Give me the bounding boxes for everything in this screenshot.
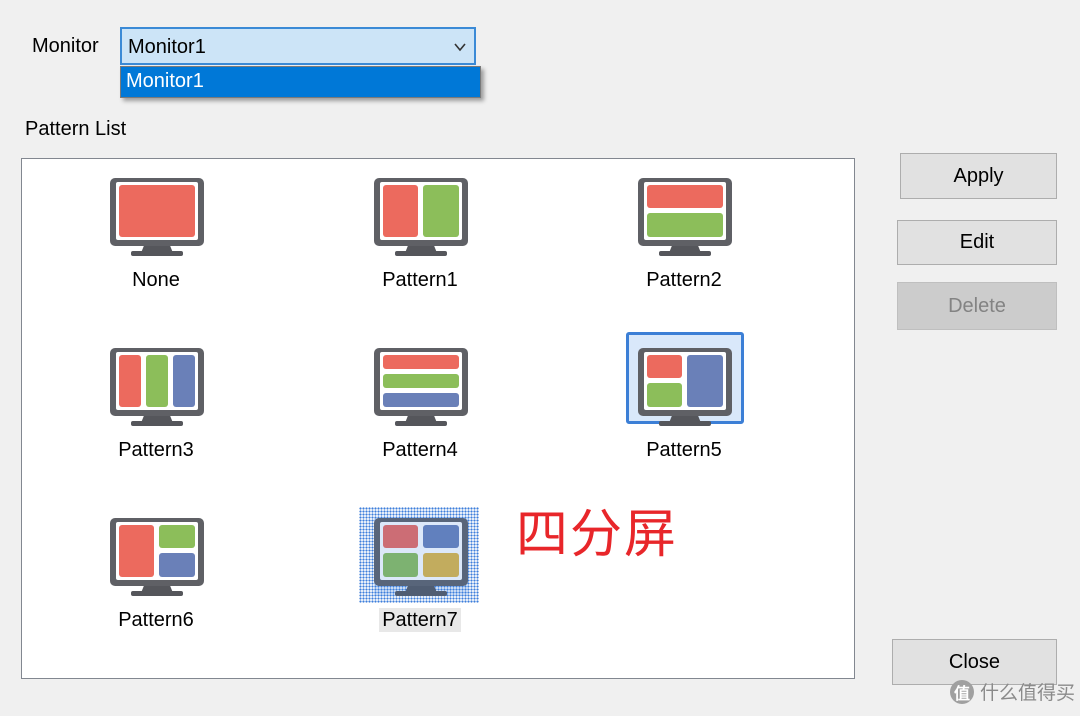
watermark-badge-icon: 值 xyxy=(950,679,974,704)
pattern-label: Pattern2 xyxy=(646,269,722,291)
pattern-label: Pattern5 xyxy=(646,439,722,461)
edit-button[interactable]: Edit xyxy=(897,220,1057,265)
pattern-item-none[interactable]: None xyxy=(96,162,216,312)
pattern-list[interactable]: None Pattern1 Pattern2 Pattern3 Pattern4… xyxy=(21,158,855,679)
monitor-two-rows-icon xyxy=(638,178,732,256)
chevron-down-icon xyxy=(454,43,466,52)
monitor-three-rows-icon xyxy=(374,348,468,426)
pattern-list-label: Pattern List xyxy=(25,118,127,140)
watermark-text: 什么值得买 xyxy=(980,683,1076,704)
pattern-item-6[interactable]: Pattern6 xyxy=(96,502,216,652)
pattern-label: Pattern6 xyxy=(118,609,194,631)
monitor-split-left-icon xyxy=(638,348,732,426)
monitor-label: Monitor xyxy=(32,35,99,57)
apply-button[interactable]: Apply xyxy=(900,153,1057,199)
pattern-label: Pattern7 xyxy=(360,608,480,632)
monitor-two-columns-icon xyxy=(374,178,468,256)
monitor-select[interactable]: Monitor1 xyxy=(120,27,476,65)
pattern-label: None xyxy=(132,269,180,291)
watermark: 值 什么值得买 xyxy=(950,678,1075,705)
monitor-three-columns-icon xyxy=(110,348,204,426)
annotation-text: 四分屏 xyxy=(516,505,679,565)
monitor-quad-icon xyxy=(374,518,468,596)
monitor-dropdown-list: Monitor1 xyxy=(120,66,481,98)
delete-button: Delete xyxy=(897,282,1057,330)
pattern-item-7[interactable]: Pattern7 xyxy=(359,507,480,669)
pattern-item-3[interactable]: Pattern3 xyxy=(96,332,216,482)
monitor-single-zone-icon xyxy=(110,178,204,256)
monitor-split-right-icon xyxy=(110,518,204,596)
monitor-select-value: Monitor1 xyxy=(128,36,206,58)
pattern-label: Pattern3 xyxy=(118,439,194,461)
pattern-item-4[interactable]: Pattern4 xyxy=(360,332,480,482)
pattern-item-1[interactable]: Pattern1 xyxy=(360,162,480,312)
pattern-item-5[interactable]: Pattern5 xyxy=(624,332,744,482)
pattern-item-2[interactable]: Pattern2 xyxy=(624,162,744,312)
pattern-label: Pattern4 xyxy=(382,439,458,461)
pattern-label: Pattern1 xyxy=(382,269,458,291)
monitor-option[interactable]: Monitor1 xyxy=(121,67,480,97)
